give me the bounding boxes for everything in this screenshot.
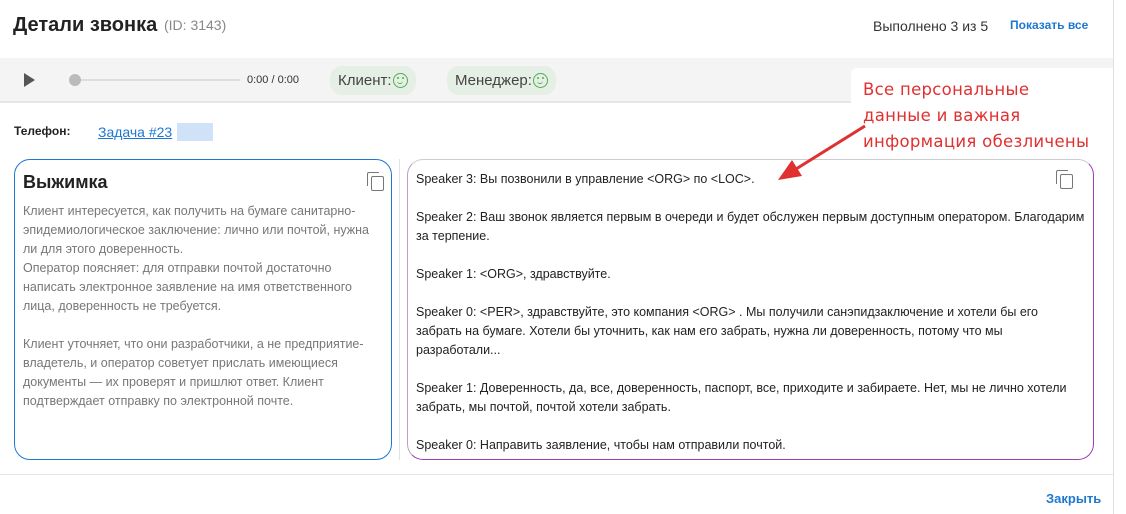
summary-text: Клиент интересуется, как получить на бум… [23, 204, 369, 408]
manager-label: Менеджер: [455, 72, 532, 89]
transcript-line: Speaker 1: <ORG>, здравствуйте. [416, 267, 611, 281]
time-display: 0:00 / 0:00 [247, 74, 299, 86]
summary-title: Выжимка [23, 172, 108, 192]
smile-icon [532, 73, 548, 88]
client-mood-badge: Клиент: [330, 66, 416, 95]
transcript-line: Speaker 0: <PER>, здравствуйте, это комп… [416, 305, 1039, 357]
copy-icon[interactable] [1056, 170, 1073, 189]
call-id: (ID: 3143) [164, 17, 227, 33]
smile-icon [392, 73, 408, 88]
close-button[interactable]: Закрыть [1046, 491, 1101, 506]
transcript-line: Speaker 2: Ваш звонок является первым в … [416, 210, 1085, 243]
seek-slider[interactable] [70, 79, 240, 81]
show-all-link[interactable]: Показать все [1010, 18, 1088, 32]
progress-text: Выполнено 3 из 5 [873, 18, 989, 34]
divider [399, 159, 400, 460]
phone-label: Телефон: [14, 124, 71, 138]
seek-handle[interactable] [69, 74, 81, 86]
transcript-card: Speaker 3: Вы позвонили в управление <OR… [407, 159, 1094, 460]
page-title: Детали звонка [13, 14, 158, 36]
manager-mood-badge: Менеджер: [447, 66, 556, 95]
summary-card: Выжимка Клиент интересуется, как получит… [14, 159, 392, 460]
task-link[interactable]: Задача #23 [98, 124, 172, 140]
annotation-note: Все персональные данные и важная информа… [851, 68, 1113, 158]
window-edge [1113, 0, 1114, 514]
transcript-line: Speaker 1: Доверенность, да, все, довере… [416, 381, 1067, 414]
footer-divider [0, 474, 1113, 475]
redaction-mask [177, 123, 213, 141]
play-icon[interactable] [24, 73, 35, 87]
client-label: Клиент: [338, 72, 392, 89]
copy-icon[interactable] [367, 172, 384, 191]
transcript-line: Speaker 3: Вы позвонили в управление <OR… [416, 172, 755, 186]
annotation-arrow-icon [778, 124, 866, 180]
transcript-line: Speaker 0: Направить заявление, чтобы на… [416, 438, 786, 452]
